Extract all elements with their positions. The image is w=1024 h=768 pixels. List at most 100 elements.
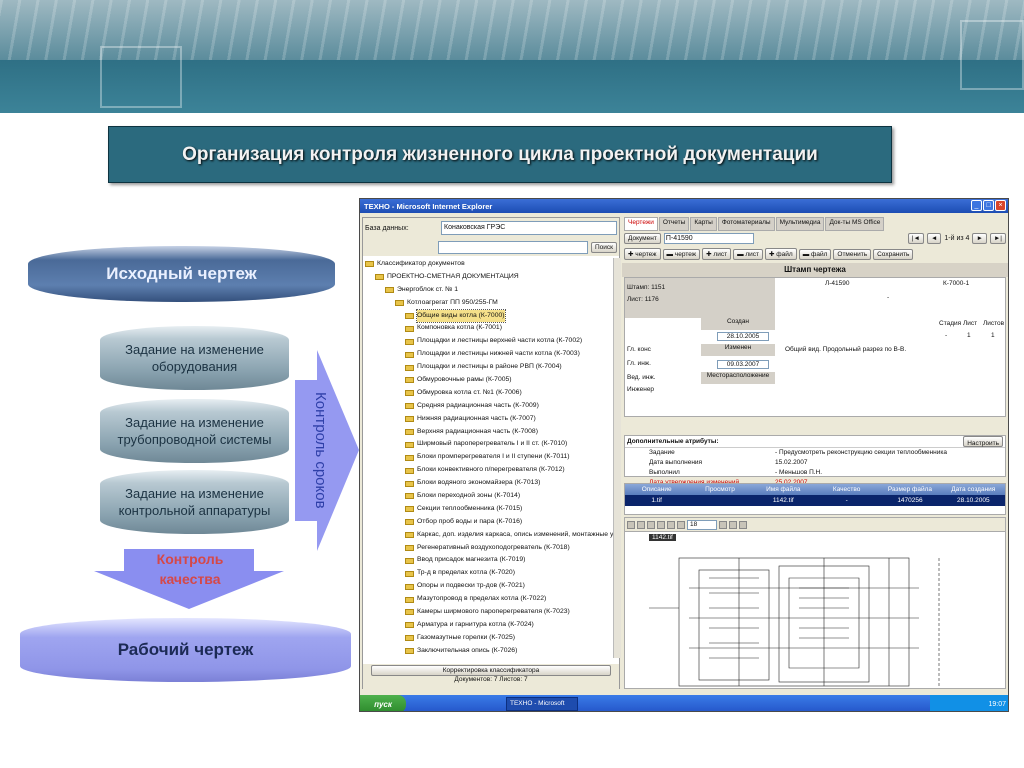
- doc-input[interactable]: П-41590: [663, 232, 754, 244]
- clock: 19:07: [988, 700, 1006, 708]
- tree-node[interactable]: Арматура и гарнитура котла (К-7024): [365, 619, 615, 632]
- folder-icon: [405, 364, 414, 371]
- sheets-input[interactable]: 1: [991, 332, 995, 339]
- db-select[interactable]: Конаковская ГРЭС: [441, 221, 617, 235]
- tree-node[interactable]: Заключительная опись (К-7026): [365, 645, 615, 658]
- tree-node[interactable]: Площадки и лестницы нижней части котла (…: [365, 348, 615, 361]
- tree-node[interactable]: Площадки и лестницы в районе РВП (К-7004…: [365, 361, 615, 374]
- tree-node[interactable]: Котлоагрегат ПП 950/255-ГМ: [365, 297, 615, 310]
- engineer-label: Инженер: [627, 386, 655, 393]
- tree-node[interactable]: Нижняя радиационная часть (К-7007): [365, 413, 615, 426]
- edit-classifier-button[interactable]: Корректировка классификатора: [371, 665, 611, 676]
- tree-node[interactable]: Блоки промперегревателя I и II ступени (…: [365, 451, 615, 464]
- pan-icon[interactable]: [719, 520, 727, 529]
- prev-page-button[interactable]: ◄: [926, 232, 942, 244]
- open-icon[interactable]: [627, 520, 635, 529]
- zoom-input[interactable]: 18: [687, 519, 717, 530]
- tree-node[interactable]: Мазутопровод в пределах котла (К-7022): [365, 593, 615, 606]
- save-button[interactable]: Сохранить: [873, 248, 914, 260]
- source-drawing-label: Исходный чертеж: [106, 264, 257, 283]
- tab-reports[interactable]: Отчеты: [658, 217, 690, 231]
- tree-node[interactable]: Блоки конвективного п/перегревателя (К-7…: [365, 464, 615, 477]
- tree-node[interactable]: Блоки переходной зоны (К-7014): [365, 490, 615, 503]
- search-input[interactable]: [437, 240, 588, 254]
- tree-node[interactable]: Обмуровка котла ст. №1 (К-7006): [365, 387, 615, 400]
- fit-icon[interactable]: [739, 520, 747, 529]
- tab-maps[interactable]: Карты: [690, 217, 717, 231]
- folder-icon: [405, 454, 414, 461]
- folder-icon: [405, 557, 414, 564]
- close-icon[interactable]: ×: [995, 200, 1006, 211]
- tree-node[interactable]: Энергоблок ст. № 1: [365, 284, 615, 297]
- maximize-icon[interactable]: □: [983, 200, 994, 211]
- tree-node[interactable]: Газомазутные горелки (К-7025): [365, 632, 615, 645]
- tree-node[interactable]: Верхняя радиационная часть (К-7008): [365, 426, 615, 439]
- start-button[interactable]: пуск: [360, 695, 406, 711]
- tree-node[interactable]: Регенеративный воздухоподогреватель (К-7…: [365, 542, 615, 555]
- viewer-toolbar: 18: [625, 518, 1005, 532]
- tree-node[interactable]: Средняя радиационная часть (К-7009): [365, 400, 615, 413]
- tab-office-docs[interactable]: Док-ты MS Office: [825, 217, 885, 231]
- table-row[interactable]: 1.tif 1142.tif -1470256 28.10.2005: [625, 495, 1005, 506]
- stamp-code1: Л-41590: [825, 280, 850, 287]
- tree-node[interactable]: Компоновка котла (К-7001): [365, 322, 615, 335]
- location-label: Месторасположение: [701, 372, 775, 384]
- document-panel: Чертежи Отчеты Карты Фотоматериалы Мульт…: [622, 217, 1008, 689]
- remove-sheet-button[interactable]: ▬ лист: [733, 248, 764, 260]
- folder-icon: [405, 570, 414, 577]
- folder-icon: [405, 506, 414, 513]
- task-cylinder: Задание на изменение контрольной аппарат…: [100, 470, 289, 534]
- rotate-icon[interactable]: [729, 520, 737, 529]
- tab-drawings[interactable]: Чертежи: [624, 217, 658, 231]
- tree-node[interactable]: Тр-д в пределах котла (К-7020): [365, 567, 615, 580]
- first-page-button[interactable]: |◄: [907, 232, 924, 244]
- zoom-in-icon[interactable]: [667, 520, 675, 529]
- created-date-input[interactable]: 28.10.2005: [717, 332, 769, 341]
- search-button[interactable]: Поиск: [590, 241, 617, 253]
- window-titlebar[interactable]: ТЕХНО - Microsoft Internet Explorer: [360, 199, 1008, 213]
- add-drawing-button[interactable]: ✚ чертеж: [624, 248, 661, 260]
- sheet-input[interactable]: 1: [967, 332, 971, 339]
- tree-node[interactable]: Секции теплообменника (К-7015): [365, 503, 615, 516]
- tree-node[interactable]: Ширмовый пароперегреватель I и II ст. (К…: [365, 438, 615, 451]
- copy-icon[interactable]: [647, 520, 655, 529]
- remove-drawing-button[interactable]: ▬ чертеж: [662, 248, 701, 260]
- tree-node[interactable]: Опоры и подвески тр-дов (К-7021): [365, 580, 615, 593]
- tree-node[interactable]: Обмуровочные рамы (К-7005): [365, 374, 615, 387]
- attr-key: Выполнил: [649, 469, 680, 476]
- remove-file-button[interactable]: ▬ файл: [798, 248, 832, 260]
- stage-label: Стадия: [939, 320, 962, 327]
- app-window: ТЕХНО - Microsoft Internet Explorer _ □ × …: [359, 198, 1009, 712]
- changed-label: Изменен: [701, 344, 775, 356]
- tab-multimedia[interactable]: Мультимедиа: [775, 217, 825, 231]
- tree-node[interactable]: Отбор проб воды и пара (К-7016): [365, 516, 615, 529]
- configure-button[interactable]: Настроить: [963, 436, 1003, 447]
- last-page-button[interactable]: ►|: [989, 232, 1006, 244]
- cancel-button[interactable]: Отменить: [833, 248, 872, 260]
- zoom-out-icon[interactable]: [677, 520, 685, 529]
- tree-node[interactable]: Блоки водяного экономайзера (К-7013): [365, 477, 615, 490]
- working-drawing-label: Рабочий чертеж: [117, 640, 254, 659]
- drawing-viewer: 18 1142.tif: [624, 517, 1006, 689]
- tree-node[interactable]: Камеры ширмового пароперегревателя (К-70…: [365, 606, 615, 619]
- taskbar-app-button[interactable]: ТЕХНО - Microsoft Inter...: [506, 697, 578, 711]
- next-page-button[interactable]: ►: [972, 232, 987, 244]
- tree-node[interactable]: ПРОЕКТНО-СМЕТНАЯ ДОКУМЕНТАЦИЯ: [365, 271, 615, 284]
- save-icon[interactable]: [657, 520, 665, 529]
- tree-node[interactable]: Общие виды котла (К-7000): [365, 308, 615, 324]
- tree-scrollbar[interactable]: [613, 258, 621, 658]
- add-sheet-button[interactable]: ✚ лист: [702, 248, 732, 260]
- minimize-icon[interactable]: _: [971, 200, 982, 211]
- tree-node[interactable]: Площадки и лестницы верхней части котла …: [365, 335, 615, 348]
- tree-node[interactable]: Классификатор документов: [365, 258, 615, 271]
- folder-icon: [405, 532, 414, 539]
- tree-node[interactable]: Каркас, доп. изделия каркаса, опись изме…: [365, 529, 615, 542]
- add-file-button[interactable]: ✚ файл: [765, 248, 797, 260]
- tree-node[interactable]: Ввод присадок магнезита (К-7019): [365, 554, 615, 567]
- stage-input[interactable]: -: [945, 332, 947, 339]
- window-title: ТЕХНО - Microsoft Internet Explorer: [364, 201, 493, 211]
- changed-date-input[interactable]: 09.03.2007: [717, 360, 769, 369]
- print-icon[interactable]: [637, 520, 645, 529]
- sheets-label: Листов: [983, 320, 1005, 327]
- tab-photos[interactable]: Фотоматериалы: [717, 217, 775, 231]
